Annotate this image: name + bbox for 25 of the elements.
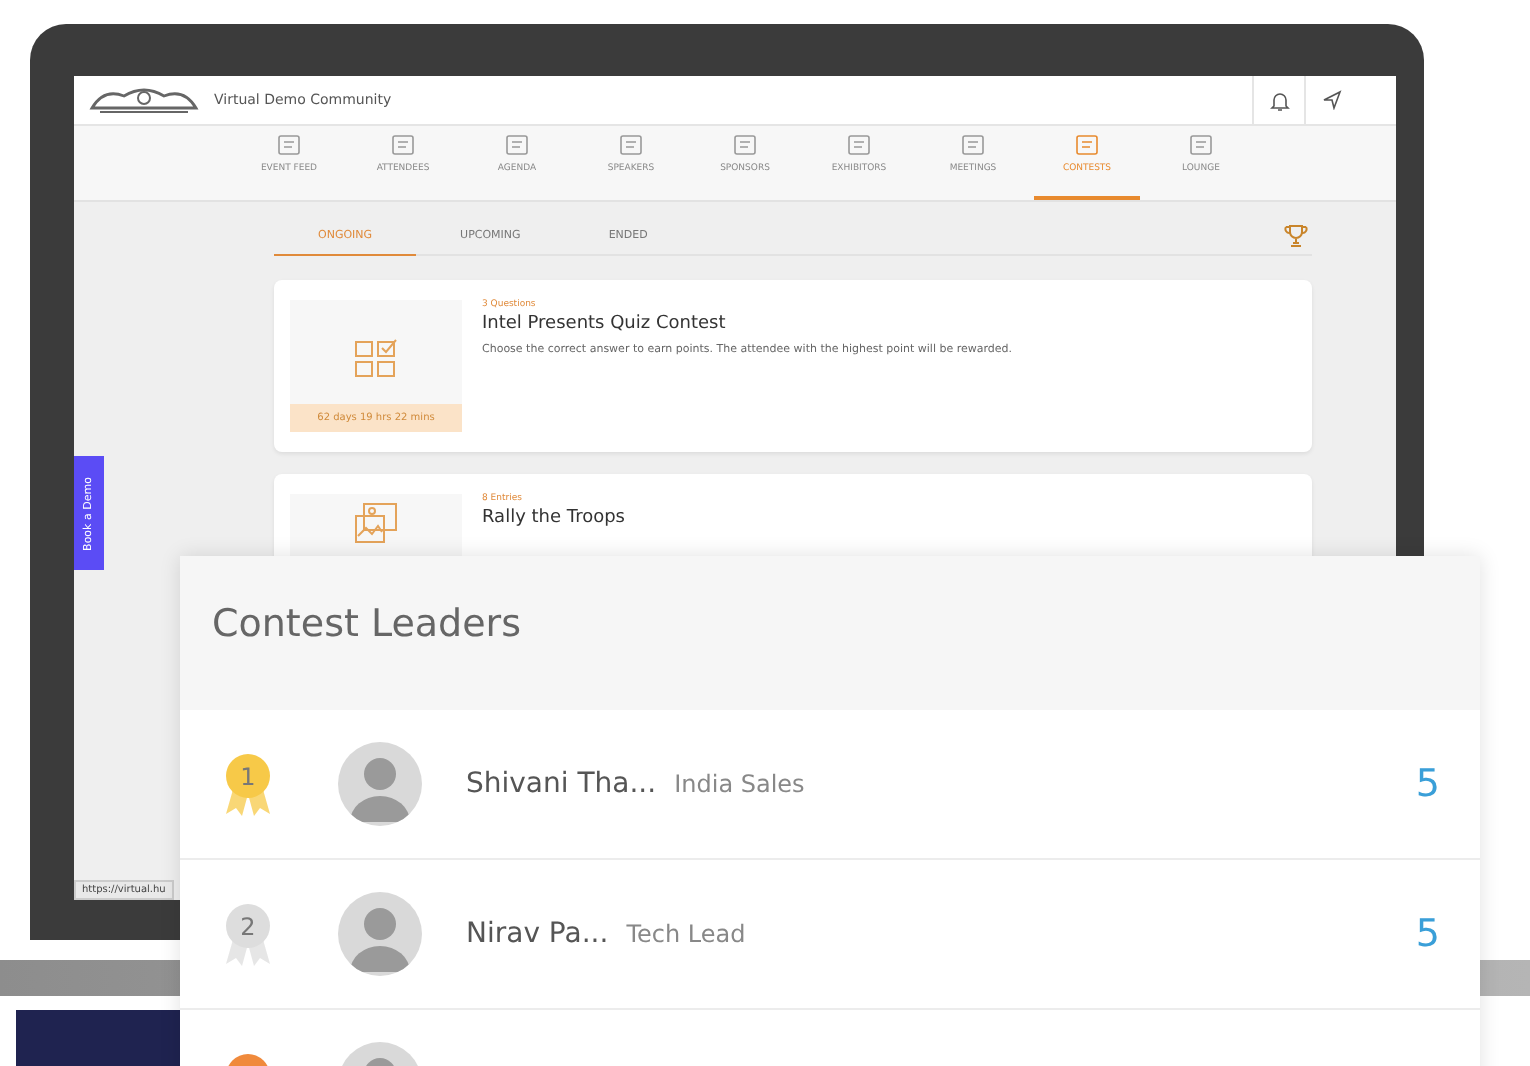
picture-frames-icon xyxy=(352,502,400,546)
paper-plane-icon xyxy=(1321,90,1341,110)
avatar xyxy=(338,742,422,826)
nav-icon xyxy=(1188,134,1214,158)
trophy-icon[interactable] xyxy=(1284,224,1308,248)
leader-score: 5 xyxy=(1415,762,1440,806)
leaderboard-title: Contest Leaders xyxy=(212,601,522,645)
nav-icon xyxy=(1074,134,1100,158)
bell-icon xyxy=(1269,89,1289,111)
contest-title: Rally the Troops xyxy=(482,508,625,528)
nav-icon xyxy=(960,134,986,158)
leader-score: 5 xyxy=(1415,912,1440,956)
nav-icon xyxy=(504,134,530,158)
avatar xyxy=(338,892,422,976)
nav-icon xyxy=(846,134,872,158)
nav-icon xyxy=(618,134,644,158)
leader-team: Tech Lead xyxy=(626,920,746,948)
nav-icon xyxy=(276,134,302,158)
leader-team: India Sales xyxy=(674,770,805,798)
quiz-grid-icon xyxy=(354,338,398,378)
nav-icon xyxy=(390,134,416,158)
leader-name: Nirav Pa... xyxy=(466,918,609,950)
contest-title: Intel Presents Quiz Contest xyxy=(482,314,728,334)
nav-icon xyxy=(732,134,758,158)
leader-name: Shivani Tha... xyxy=(466,768,657,800)
